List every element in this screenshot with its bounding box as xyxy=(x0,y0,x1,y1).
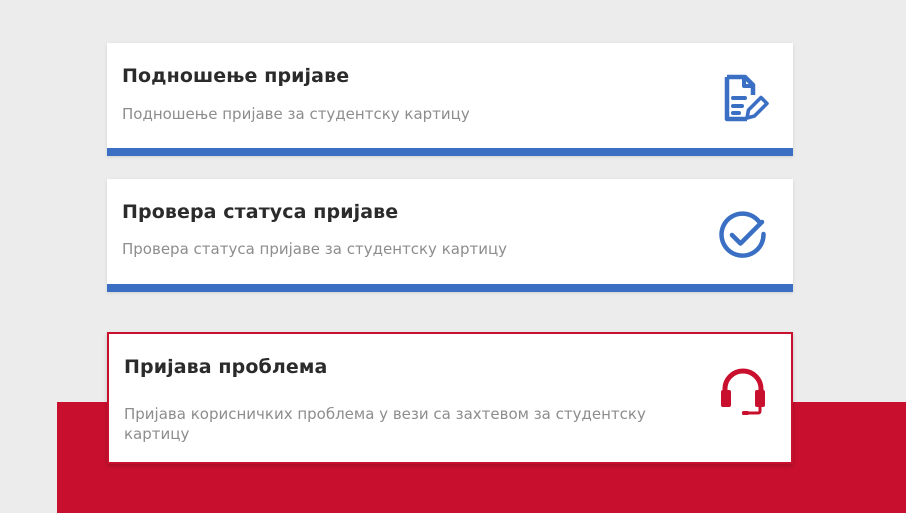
card-title: Провера статуса пријаве xyxy=(122,201,399,223)
card-description: Пријава корисничких проблема у вези са з… xyxy=(124,405,646,443)
report-problem-card[interactable]: Пријава проблема Пријава корисничких про… xyxy=(107,332,793,464)
submit-application-card[interactable]: Подношење пријаве Подношење пријаве за с… xyxy=(107,43,793,156)
card-title: Подношење пријаве xyxy=(122,65,350,87)
card-description: Подношење пријаве за студентску картицу xyxy=(122,105,470,123)
card-description: Провера статуса пријаве за студентску ка… xyxy=(122,240,508,258)
document-edit-icon xyxy=(724,74,769,122)
check-status-card[interactable]: Провера статуса пријаве Провера статуса … xyxy=(107,179,793,292)
check-circle-icon xyxy=(719,211,766,258)
card-title: Пријава проблема xyxy=(124,356,328,378)
headset-icon xyxy=(721,368,765,415)
